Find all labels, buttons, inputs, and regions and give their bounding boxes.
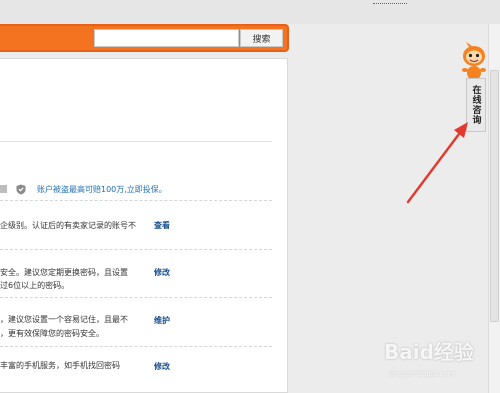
row-phone-text: 丰富的手机服务，如手机找回密码 bbox=[0, 361, 120, 370]
insurance-notice[interactable]: 账户被盗最高可赔100万,立即投保。 bbox=[37, 184, 167, 195]
account-security-panel: 账户被盗最高可赔100万,立即投保。 企级别。认证后的有卖家记录的账号不 查看 … bbox=[0, 58, 288, 393]
section-divider bbox=[0, 141, 272, 142]
modify-phone-link[interactable]: 修改 bbox=[154, 361, 170, 372]
modify-password-link[interactable]: 修改 bbox=[154, 267, 170, 278]
security-level-bar bbox=[0, 185, 7, 193]
maintain-link[interactable]: 维护 bbox=[154, 315, 170, 326]
search-input[interactable] bbox=[94, 29, 239, 47]
search-button[interactable]: 搜索 bbox=[240, 29, 283, 47]
row-divider bbox=[0, 346, 272, 347]
mascot-icon bbox=[462, 42, 486, 80]
watermark-brand: Baid经验 bbox=[384, 340, 474, 364]
row-divider bbox=[0, 200, 272, 201]
search-bar: 搜索 bbox=[0, 24, 289, 52]
watermark-url: jingyan.baidu.com bbox=[390, 370, 455, 378]
row-verification-text: 企级别。认证后的有卖家记录的账号不 bbox=[0, 221, 136, 230]
view-link[interactable]: 查看 bbox=[154, 220, 170, 231]
row-password-text: 安全。建议您定期更换密码，且设置 bbox=[0, 268, 128, 277]
row-question-text-2: ，更有效保障您的密码安全。 bbox=[0, 329, 104, 338]
row-question-text: ，建议您设置一个容易记住，且最不 bbox=[0, 315, 128, 324]
top-gray-band bbox=[0, 0, 500, 24]
baidu-jingyan-watermark: Baid经验 jingyan.baidu.com bbox=[382, 334, 490, 388]
shield-icon bbox=[16, 184, 26, 195]
row-password-text-2: 过6位以上的密码。 bbox=[0, 281, 70, 290]
dotted-link-fragment bbox=[373, 0, 407, 4]
row-divider bbox=[0, 297, 272, 298]
row-divider bbox=[0, 249, 272, 250]
annotation-arrow-icon bbox=[406, 122, 468, 204]
